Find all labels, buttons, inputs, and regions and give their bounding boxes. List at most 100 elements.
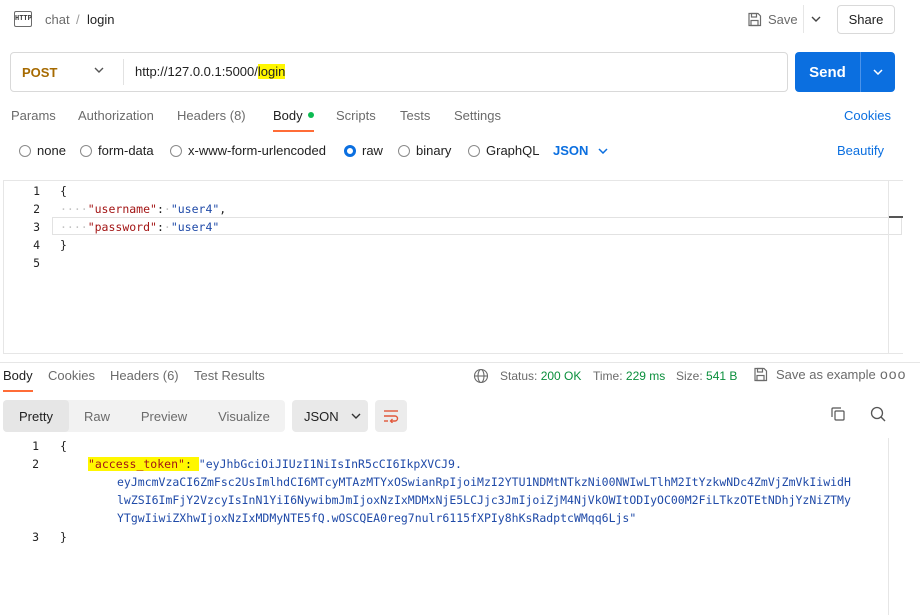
save-as-example-button[interactable]: Save as example [753, 367, 876, 382]
save-options-button[interactable] [803, 5, 827, 33]
response-tab-test-results[interactable]: Test Results [194, 368, 265, 383]
radio-none[interactable]: none [19, 143, 66, 158]
tab-scripts[interactable]: Scripts [336, 108, 376, 123]
size-indicator[interactable]: Size: 541 B [676, 369, 737, 383]
search-icon[interactable] [869, 405, 887, 423]
indent-guide: ···· [60, 202, 88, 216]
wrap-lines-button[interactable] [375, 400, 407, 432]
token-value-line: eyJmcmVzaCI6ZmFsc2UsImlhdCI6MTcyMTAzMTYx… [117, 475, 851, 489]
tab-headers[interactable]: Headers (8) [177, 108, 246, 123]
tab-body[interactable]: Body [273, 108, 314, 132]
chevron-down-icon [94, 67, 104, 73]
method-label: POST [22, 64, 58, 80]
tab-body-label: Body [273, 108, 303, 123]
radio-circle [19, 144, 31, 157]
radio-label: raw [362, 143, 383, 158]
save-button[interactable]: Save [741, 5, 799, 33]
radio-urlencoded[interactable]: x-www-form-urlencoded [170, 143, 326, 158]
line-number: 3 [33, 220, 40, 234]
line-number: 2 [32, 457, 39, 471]
radio-circle [80, 144, 92, 157]
radio-raw[interactable]: raw [344, 143, 383, 158]
chevron-down-icon [351, 413, 361, 419]
beautify-button[interactable]: Beautify [837, 143, 884, 158]
response-tab-body[interactable]: Body [3, 368, 33, 392]
more-options-icon[interactable]: ooo [880, 366, 906, 382]
line-number: 2 [33, 202, 40, 216]
send-options-button[interactable] [861, 52, 895, 92]
view-preview[interactable]: Preview [127, 400, 201, 432]
radio-circle-checked [344, 144, 356, 157]
response-format-select[interactable]: JSON [292, 400, 368, 432]
size-value: 541 B [706, 369, 738, 383]
chevron-down-icon [598, 147, 608, 154]
response-view-switcher: Pretty Raw Preview Visualize [3, 400, 285, 432]
radio-form-data[interactable]: form-data [80, 143, 154, 158]
response-token-line: "access_token": "eyJhbGciOiJIUzI1NiIsInR… [88, 457, 462, 471]
radio-circle [170, 144, 182, 157]
indent-guide: ···· [60, 220, 88, 234]
code-close-brace: } [60, 238, 67, 252]
json-key: "username" [87, 202, 157, 216]
tab-authorization[interactable]: Authorization [78, 108, 154, 123]
send-button[interactable]: Send [795, 52, 861, 92]
radio-label: GraphQL [486, 143, 540, 158]
response-tab-headers[interactable]: Headers (6) [110, 368, 179, 383]
tab-params[interactable]: Params [11, 108, 56, 123]
response-open-brace: { [60, 439, 67, 453]
chevron-down-icon [873, 69, 883, 75]
save-icon [748, 12, 762, 26]
radio-graphql[interactable]: GraphQL [468, 143, 539, 158]
globe-icon[interactable] [473, 368, 489, 384]
json-value: "user4" [170, 202, 220, 216]
body-format-select[interactable]: JSON [553, 143, 608, 158]
response-close-brace: } [60, 530, 67, 544]
status-value: 200 OK [540, 369, 582, 383]
time-value: 229 ms [625, 369, 666, 383]
copy-icon[interactable] [829, 405, 847, 423]
status-indicator[interactable]: Status: 200 OK [500, 369, 581, 383]
breadcrumb-collection[interactable]: chat [45, 12, 70, 27]
editor-scrollbar[interactable] [888, 180, 903, 354]
view-raw[interactable]: Raw [71, 400, 123, 432]
token-value-line: YTgwIiwiZXhwIjoxNzIxMDMyNTE5fQ.wOSCQEA0r… [117, 511, 637, 525]
chevron-down-icon [811, 16, 820, 22]
wrap-lines-icon [384, 410, 399, 423]
url-bar: POST http://127.0.0.1:5000/login [10, 52, 788, 92]
line-number: 4 [33, 238, 40, 252]
save-label: Save [768, 11, 798, 27]
size-label: Size: [676, 369, 703, 383]
url-input[interactable]: http://127.0.0.1:5000/login [135, 64, 286, 79]
json-key: "password" [87, 220, 157, 234]
line-number: 5 [33, 256, 40, 270]
time-indicator[interactable]: Time: 229 ms [593, 369, 665, 383]
method-select[interactable]: POST [11, 53, 123, 91]
radio-circle [398, 144, 410, 157]
http-icon: HTTP [14, 11, 32, 27]
radio-binary[interactable]: binary [398, 143, 451, 158]
radio-circle [468, 144, 480, 157]
response-tab-cookies[interactable]: Cookies [48, 368, 95, 383]
view-visualize[interactable]: Visualize [205, 400, 283, 432]
save-as-example-label: Save as example [776, 367, 876, 382]
json-key-access-token: "access_token" [88, 457, 185, 471]
json-value: "user4" [170, 220, 220, 234]
response-scrollbar[interactable] [888, 438, 903, 615]
body-type-options: none form-data x-www-form-urlencoded raw… [0, 143, 920, 163]
radio-label: binary [416, 143, 452, 158]
code-line-password: ····"password":·"user4" [60, 220, 220, 234]
token-value-start: "eyJhbGciOiJIUzI1NiIsInR5cCI6IkpXVCJ9. [198, 457, 462, 471]
breadcrumb-separator: / [76, 12, 80, 27]
tab-tests[interactable]: Tests [400, 108, 430, 123]
save-icon [754, 367, 768, 382]
share-button[interactable]: Share [837, 5, 895, 34]
cookies-link[interactable]: Cookies [844, 108, 891, 123]
token-value-line: lwZSI6ImFjY2VzcyIsInN1YiI6NywibmJmIjoxNz… [117, 493, 851, 507]
radio-label: form-data [98, 143, 154, 158]
breadcrumb-request[interactable]: login [87, 12, 114, 27]
radio-label: none [37, 143, 66, 158]
request-header: HTTP chat / login Save Share [0, 0, 920, 40]
view-pretty[interactable]: Pretty [3, 400, 69, 432]
tab-settings[interactable]: Settings [454, 108, 501, 123]
url-base: http://127.0.0.1:5000/ [135, 64, 258, 79]
